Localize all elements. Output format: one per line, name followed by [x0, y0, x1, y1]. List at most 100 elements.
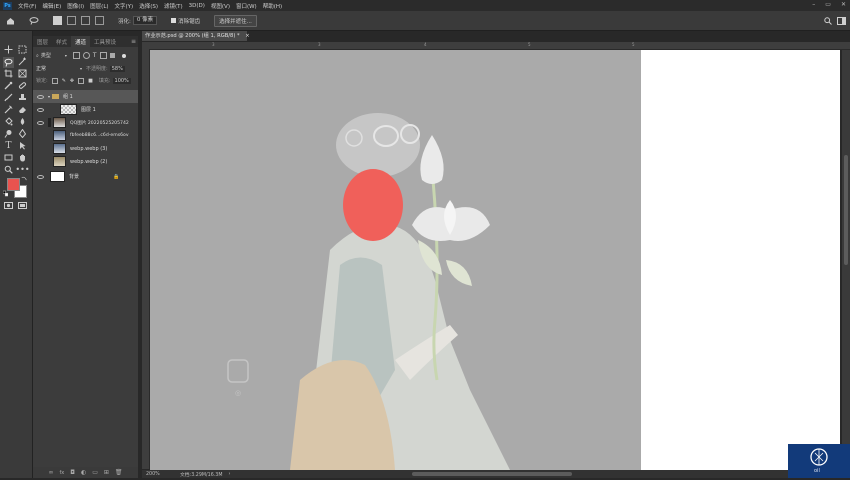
horizontal-ruler[interactable]: 3 3 4 5 5 [142, 42, 850, 50]
panel-menu-icon[interactable]: ≡ [131, 38, 136, 45]
screen-mode-icon[interactable] [18, 201, 27, 210]
canvas-image[interactable]: ◎ [150, 50, 641, 470]
layer-row[interactable]: QQ图片 20220525205742 [33, 116, 138, 129]
lock-transparent-icon[interactable] [51, 77, 58, 84]
layer-name[interactable]: webp.webp (3) [70, 146, 107, 152]
healing-brush-tool-icon[interactable] [18, 81, 27, 90]
layer-row[interactable]: fbfeeb88c6...c6d-ems6ov [33, 129, 138, 142]
visibility-eye-icon[interactable] [37, 174, 44, 179]
lock-artboard-icon[interactable] [78, 77, 85, 84]
layer-name[interactable]: 图层 1 [81, 106, 96, 113]
add-selection-icon[interactable] [67, 16, 78, 25]
frame-tool-icon[interactable] [18, 69, 27, 78]
search-icon[interactable] [824, 16, 832, 25]
filter-pixel-icon[interactable] [72, 52, 80, 59]
close-button[interactable]: ✕ [841, 1, 846, 8]
menu-type[interactable]: 文字(Y) [115, 2, 134, 10]
horizontal-scroll-thumb[interactable] [412, 472, 572, 476]
lock-image-icon[interactable]: ✎ [62, 78, 66, 84]
lock-all-icon[interactable]: ■ [88, 78, 93, 84]
layer-row[interactable]: webp.webp (3) [33, 142, 138, 155]
visibility-eye-icon[interactable] [37, 94, 44, 99]
foreground-color-swatch[interactable] [7, 178, 20, 191]
marquee-tool-icon[interactable] [18, 45, 27, 54]
layer-name[interactable]: QQ图片 20220525205742 [70, 120, 129, 126]
crop-tool-icon[interactable] [4, 69, 13, 78]
filter-type-icon[interactable]: T [93, 52, 97, 59]
link-icon[interactable]: ∞ [48, 469, 53, 476]
feather-input[interactable]: 0 像素 [132, 16, 158, 25]
menu-view[interactable]: 视图(V) [211, 2, 230, 10]
folder-icon[interactable]: ▭ [92, 469, 98, 476]
opacity-input[interactable]: 58% [109, 65, 125, 72]
home-icon[interactable] [6, 17, 15, 25]
menu-window[interactable]: 窗口(W) [236, 2, 257, 10]
type-tool-icon[interactable]: T [4, 141, 13, 151]
pen-tool-icon[interactable] [18, 129, 27, 138]
fx-icon[interactable]: fx [59, 470, 64, 476]
layer-row[interactable]: 图层 1 [33, 103, 138, 116]
maximize-button[interactable]: ▭ [825, 1, 831, 8]
intersect-selection-icon[interactable] [95, 16, 106, 25]
rectangle-tool-icon[interactable] [4, 153, 13, 162]
layer-name[interactable]: fbfeeb88c6...c6d-ems6ov [70, 133, 129, 138]
blend-mode-select[interactable]: 正常 [36, 65, 80, 72]
layer-name[interactable]: 组 1 [63, 93, 73, 100]
feather-field[interactable]: 羽化: 0 像素 [118, 16, 158, 25]
quick-mask-icon[interactable] [4, 201, 13, 210]
brush-tool-icon[interactable] [4, 93, 13, 102]
layer-row[interactable]: webp.webp (2) [33, 155, 138, 168]
antialias-checkbox[interactable]: 消除锯齿 [171, 17, 200, 25]
subtract-selection-icon[interactable] [81, 16, 92, 25]
eraser-tool-icon[interactable] [18, 105, 27, 114]
filter-shape-icon[interactable] [99, 52, 107, 59]
layer-row-group1[interactable]: ▾ 组 1 [33, 90, 138, 103]
tab-layers[interactable]: 图层 [33, 36, 52, 47]
select-and-mask-button[interactable]: 选择并遮住... [214, 14, 257, 27]
layer-row-background[interactable]: 背景 🔒 [33, 170, 138, 183]
tab-styles[interactable]: 样式 [52, 36, 71, 47]
new-layer-icon[interactable]: ⊞ [104, 469, 109, 476]
layer-kind-select[interactable]: 类型 [41, 52, 65, 59]
filter-adjustment-icon[interactable] [82, 52, 90, 59]
menu-filter[interactable]: 滤镜(T) [164, 2, 183, 10]
path-selection-tool-icon[interactable] [18, 141, 27, 150]
lasso-tool-preset-icon[interactable] [29, 16, 39, 25]
history-brush-tool-icon[interactable] [4, 105, 13, 114]
layer-name[interactable]: webp.webp (2) [70, 159, 107, 165]
vertical-ruler[interactable] [142, 49, 150, 469]
workspace-icon[interactable] [837, 16, 846, 25]
dodge-tool-icon[interactable] [4, 129, 13, 138]
clone-stamp-tool-icon[interactable] [18, 93, 27, 102]
visibility-eye-icon[interactable] [37, 107, 44, 112]
vertical-scroll-thumb[interactable] [844, 155, 848, 265]
menu-3d[interactable]: 3D(D) [189, 3, 205, 9]
zoom-tool-icon[interactable] [4, 165, 13, 174]
collapse-arrow-icon[interactable]: ▾ [48, 94, 50, 99]
blur-tool-icon[interactable] [18, 117, 27, 126]
new-selection-icon[interactable] [53, 16, 64, 25]
menu-select[interactable]: 选择(S) [139, 2, 158, 10]
default-colors-icon[interactable] [3, 190, 8, 197]
filter-toggle-icon[interactable] [121, 53, 126, 58]
menu-help[interactable]: 帮助(H) [263, 2, 282, 10]
menu-edit[interactable]: 编辑(E) [42, 2, 61, 10]
menu-file[interactable]: 文件(F) [18, 2, 36, 10]
zoom-level[interactable]: 200% [146, 472, 176, 477]
adjustment-icon[interactable]: ◐ [81, 469, 86, 476]
fill-input[interactable]: 100% [112, 77, 131, 84]
menu-image[interactable]: 图像(I) [67, 2, 84, 10]
move-tool-icon[interactable] [4, 45, 13, 54]
swap-colors-icon[interactable] [21, 175, 27, 181]
status-menu-arrow-icon[interactable]: › [228, 472, 230, 477]
eyedropper-tool-icon[interactable] [4, 81, 13, 90]
document-tab[interactable]: 作业示范.psd @ 200% (组 1, RGB/8) * × [142, 31, 250, 41]
tab-channels[interactable]: 通道 [71, 36, 91, 47]
minimize-button[interactable]: – [812, 1, 815, 8]
close-tab-icon[interactable]: × [245, 33, 249, 39]
mask-icon[interactable]: ◘ [70, 469, 75, 476]
lasso-tool-icon[interactable] [3, 57, 14, 68]
layer-name[interactable]: 背景 [69, 173, 113, 180]
visibility-eye-icon[interactable] [37, 120, 44, 125]
hand-tool-icon[interactable] [18, 153, 27, 162]
